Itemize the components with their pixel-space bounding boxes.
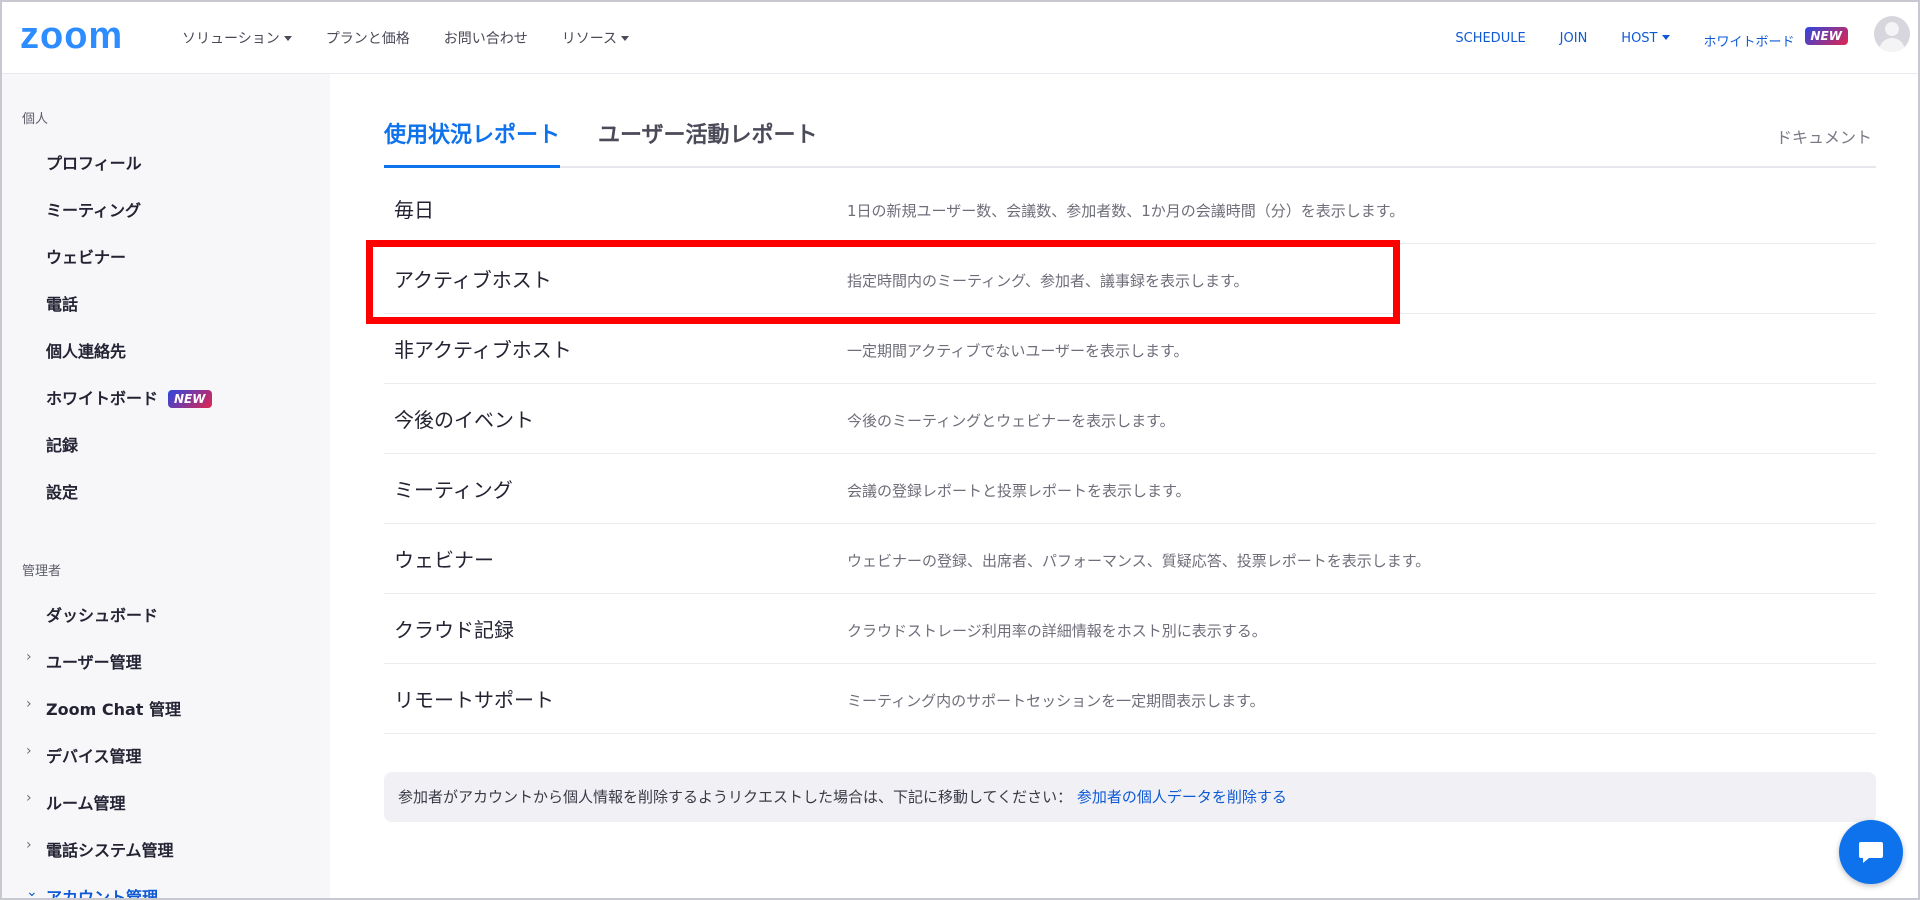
nav-plans-pricing[interactable]: プランと価格 [326,28,410,48]
sidebar-item-webinars[interactable]: ウェビナー [46,244,126,268]
report-row-inactive-hosts: 非アクティブホスト 一定期間アクティブでないユーザーを表示します。 [384,314,1876,384]
report-tabs: 使用状況レポート ユーザー活動レポート [384,120,1876,168]
nav-contact[interactable]: お問い合わせ [444,28,528,48]
header-actions: SCHEDULE JOIN HOST ホワイトボード NEW [1455,2,1848,74]
report-title[interactable]: 毎日 [394,194,434,223]
whiteboard-link[interactable]: ホワイトボード NEW [1704,26,1848,50]
report-title[interactable]: クラウド記録 [394,614,514,643]
sidebar-item-settings[interactable]: 設定 [46,479,78,503]
report-description: クラウドストレージ利用率の詳細情報をホスト別に表示する。 [847,622,1267,640]
report-row-cloud-recording: クラウド記録 クラウドストレージ利用率の詳細情報をホスト別に表示する。 [384,594,1876,664]
highlight-box [366,240,1400,324]
main-nav: ソリューション プランと価格 お問い合わせ リソース [182,2,630,74]
report-row-meetings: ミーティング 会議の登録レポートと投票レポートを表示します。 [384,454,1876,524]
report-title[interactable]: ミーティング [394,474,513,503]
user-avatar-icon[interactable] [1874,16,1910,52]
chevron-right-icon: › [26,743,32,759]
new-badge: NEW [1804,26,1848,45]
sidebar-item-phone-system[interactable]: › 電話システム管理 [26,837,174,861]
chevron-right-icon: › [26,790,32,806]
report-row-upcoming-events: 今後のイベント 今後のミーティングとウェビナーを表示します。 [384,384,1876,454]
chevron-down-icon [621,36,630,41]
report-title[interactable]: 今後のイベント [394,404,534,433]
chevron-right-icon: › [26,649,32,665]
sidebar-heading-admin: 管理者 [22,564,62,579]
report-description: ミーティング内のサポートセッションを一定期間表示します。 [847,692,1265,710]
report-title[interactable]: ウェビナー [394,544,494,573]
report-title[interactable]: 非アクティブホスト [394,334,572,363]
documentation-link[interactable]: ドキュメント [1776,124,1872,148]
sidebar-item-phone[interactable]: 電話 [46,291,78,315]
tab-usage-reports[interactable]: 使用状況レポート [384,120,561,168]
report-row-remote-support: リモートサポート ミーティング内のサポートセッションを一定期間表示します。 [384,664,1876,734]
sidebar-item-chat-management[interactable]: › Zoom Chat 管理 [26,696,181,720]
sidebar-item-account-management[interactable]: ⌄ アカウント管理 [26,884,158,898]
schedule-link[interactable]: SCHEDULE [1455,31,1525,46]
privacy-notice: 参加者がアカウントから個人情報を削除するようリクエストした場合は、下記に移動して… [384,772,1876,822]
sidebar-item-device-management[interactable]: › デバイス管理 [26,743,142,767]
host-dropdown[interactable]: HOST [1621,31,1670,46]
report-description: 1日の新規ユーザー数、会議数、参加者数、1か月の会議時間（分）を表示します。 [847,202,1405,220]
new-badge: NEW [168,390,212,408]
sidebar-item-whiteboard[interactable]: ホワイトボード NEW [46,385,212,409]
top-navbar: zoom ソリューション プランと価格 お問い合わせ リソース SCHEDULE… [2,2,1918,74]
report-description: 一定期間アクティブでないユーザーを表示します。 [847,342,1189,360]
sidebar-item-meetings[interactable]: ミーティング [46,197,141,221]
sidebar-item-recordings[interactable]: 記録 [46,432,78,456]
app-window: zoom ソリューション プランと価格 お問い合わせ リソース SCHEDULE… [0,0,1920,900]
report-title[interactable]: リモートサポート [394,684,554,713]
sidebar-item-room-management[interactable]: › ルーム管理 [26,790,126,814]
report-description: 会議の登録レポートと投票レポートを表示します。 [847,482,1191,500]
chevron-right-icon: › [26,696,32,712]
join-link[interactable]: JOIN [1560,31,1588,46]
sidebar-item-contacts[interactable]: 個人連絡先 [46,338,126,362]
nav-solutions[interactable]: ソリューション [182,28,292,48]
report-description: 今後のミーティングとウェビナーを表示します。 [847,412,1175,430]
sidebar-heading-personal: 個人 [22,112,49,127]
tab-user-activity-reports[interactable]: ユーザー活動レポート [598,120,818,168]
chat-button[interactable] [1839,820,1903,884]
nav-resources[interactable]: リソース [562,28,630,48]
sidebar-item-profile[interactable]: プロフィール [46,150,142,174]
sidebar-item-user-management[interactable]: › ユーザー管理 [26,649,142,673]
chevron-down-icon [1661,34,1670,40]
chat-bubble-icon [1859,842,1883,863]
chevron-right-icon: › [26,837,32,853]
report-row-daily: 毎日 1日の新規ユーザー数、会議数、参加者数、1か月の会議時間（分）を表示します… [384,174,1876,244]
report-row-webinars: ウェビナー ウェビナーの登録、出席者、パフォーマンス、質疑応答、投票レポートを表… [384,524,1876,594]
notice-text: 参加者がアカウントから個人情報を削除するようリクエストした場合は、下記に移動して… [398,788,1073,806]
chevron-down-icon: ⌄ [26,884,38,900]
report-description: ウェビナーの登録、出席者、パフォーマンス、質疑応答、投票レポートを表示します。 [847,552,1431,570]
sidebar: 個人 プロフィール ミーティング ウェビナー 電話 個人連絡先 ホワイトボード N… [2,74,330,898]
zoom-logo[interactable]: zoom [20,16,123,56]
sidebar-item-dashboard[interactable]: ダッシュボード [46,602,158,626]
delete-participant-data-link[interactable]: 参加者の個人データを削除する [1077,788,1287,806]
chevron-down-icon [283,36,292,41]
